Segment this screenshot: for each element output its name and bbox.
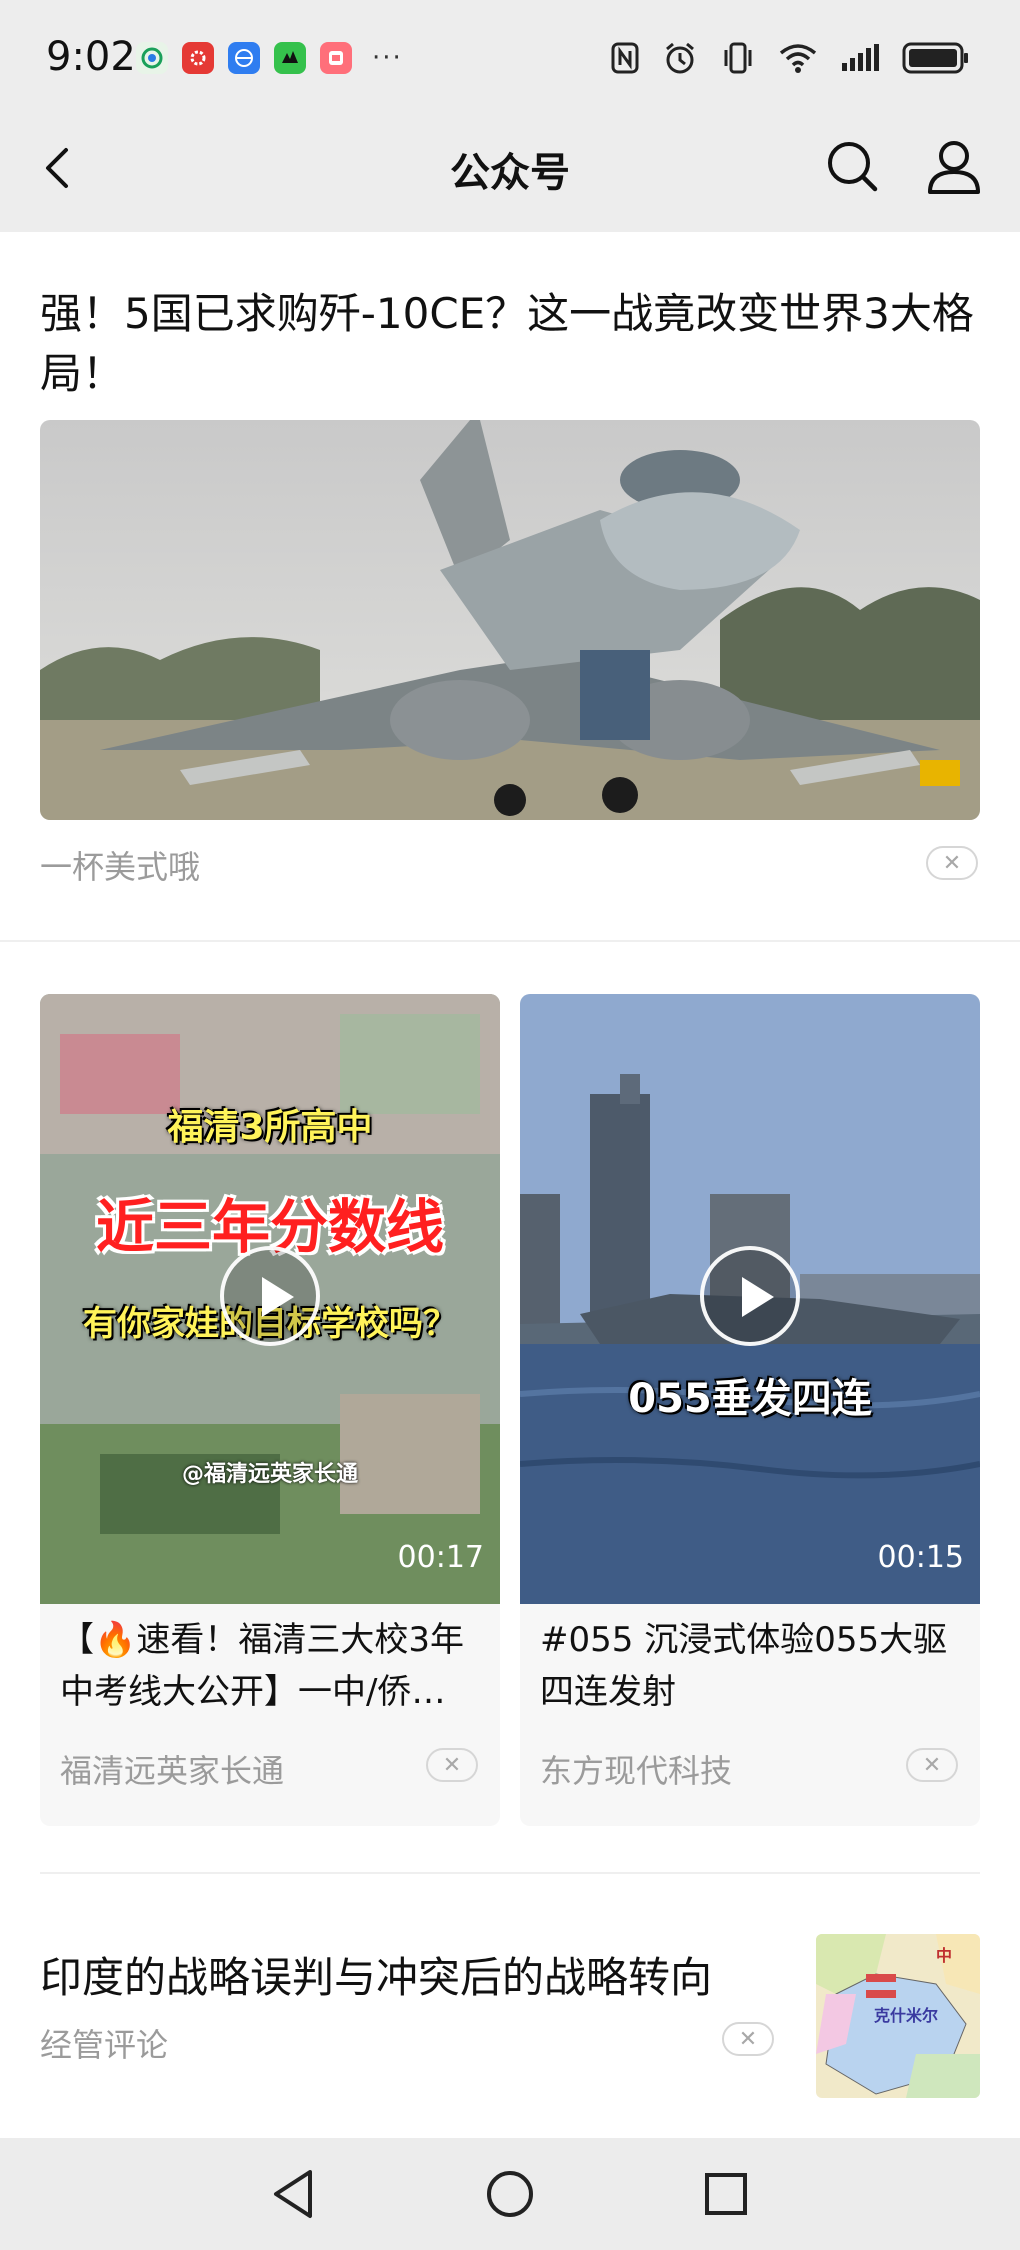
app-icon-pink [320, 42, 352, 74]
status-more: ··· [372, 43, 403, 73]
play-icon[interactable] [700, 1246, 800, 1346]
fighter-jet-image [40, 420, 980, 820]
divider [0, 940, 1020, 942]
status-time: 9:02 [46, 34, 136, 80]
battery-icon [902, 42, 968, 74]
nav-bar: 公众号 [0, 118, 1020, 222]
close-icon: ✕ [922, 1752, 942, 1778]
user-icon [928, 141, 980, 194]
dismiss-button[interactable]: ✕ [926, 846, 978, 880]
app-icon-red [182, 42, 214, 74]
browser-app-icon [228, 42, 260, 74]
overlay-text-4: @福清远英家长通 [181, 1462, 358, 1487]
video-thumbnail[interactable]: 福清3所高中 近三年分数线 有你家娃的目标学校吗？ @福清远英家长通 00:17 [40, 994, 500, 1604]
video-title[interactable]: 【🔥速看！福清三大校3年中考线大公开】一中/侨… [60, 1614, 484, 1718]
status-bar: 9:02 ··· [0, 0, 1020, 118]
overlay-text-1: 055垂发四连 [628, 1376, 872, 1422]
square-recents-icon [705, 2173, 747, 2215]
triangle-back-icon [274, 2170, 312, 2218]
nfc-icon [611, 42, 639, 74]
dismiss-button[interactable]: ✕ [906, 1748, 958, 1782]
close-icon: ✕ [942, 850, 962, 876]
circle-home-icon [487, 2171, 533, 2217]
system-home-button[interactable] [474, 2158, 546, 2230]
article-source[interactable]: 一杯美式哦 [40, 842, 200, 888]
system-back-button[interactable] [258, 2158, 330, 2230]
mobile-app-icon [136, 42, 168, 74]
system-navigation-bar [0, 2138, 1020, 2250]
user-button[interactable] [922, 134, 986, 198]
play-icon[interactable] [220, 1246, 320, 1346]
map-thumbnail[interactable]: 克什米尔 中 [816, 1934, 980, 2098]
vibrate-icon [724, 42, 752, 74]
close-icon: ✕ [738, 2026, 758, 2052]
map-label: 克什米尔 [874, 2006, 939, 2025]
video-thumbnail[interactable]: 055垂发四连 00:15 [520, 994, 980, 1604]
close-icon: ✕ [442, 1752, 462, 1778]
status-icons [610, 40, 970, 76]
feed[interactable]: 强！5国已求购歼-10CE？这一战竟改变世界3大格局！ 一杯美式哦 ✕ 福清3所… [0, 232, 1020, 2138]
video-source[interactable]: 福清远英家长通 [60, 1746, 284, 1792]
search-button[interactable] [822, 136, 882, 196]
system-recents-button[interactable] [690, 2158, 762, 2230]
video-duration: 00:15 [877, 1540, 964, 1575]
video-duration: 00:17 [397, 1540, 484, 1575]
article-title[interactable]: 印度的战略误判与冲突后的战略转向 [40, 1944, 712, 2005]
article-title[interactable]: 强！5国已求购歼-10CE？这一战竟改变世界3大格局！ [40, 284, 980, 404]
map-label: 中 [936, 1946, 953, 1965]
search-icon [828, 142, 878, 192]
video-card[interactable]: 055垂发四连 00:15 #055 沉浸式体验055大驱四连发射 东方现代科技… [520, 994, 980, 1826]
alarm-icon [666, 42, 694, 74]
article-source[interactable]: 经管评论 [40, 2020, 168, 2066]
video-card[interactable]: 福清3所高中 近三年分数线 有你家娃的目标学校吗？ @福清远英家长通 00:17… [40, 994, 500, 1826]
video-source[interactable]: 东方现代科技 [540, 1746, 732, 1792]
video-title[interactable]: #055 沉浸式体验055大驱四连发射 [540, 1614, 964, 1718]
dismiss-button[interactable]: ✕ [722, 2022, 774, 2056]
overlay-text-1: 福清3所高中 [167, 1107, 373, 1148]
status-apps: ··· [136, 42, 403, 74]
divider [40, 1872, 980, 1874]
article-image[interactable] [40, 420, 980, 820]
signal-icon [842, 44, 879, 71]
dismiss-button[interactable]: ✕ [426, 1748, 478, 1782]
app-icon-green [274, 42, 306, 74]
wifi-icon [779, 44, 817, 73]
